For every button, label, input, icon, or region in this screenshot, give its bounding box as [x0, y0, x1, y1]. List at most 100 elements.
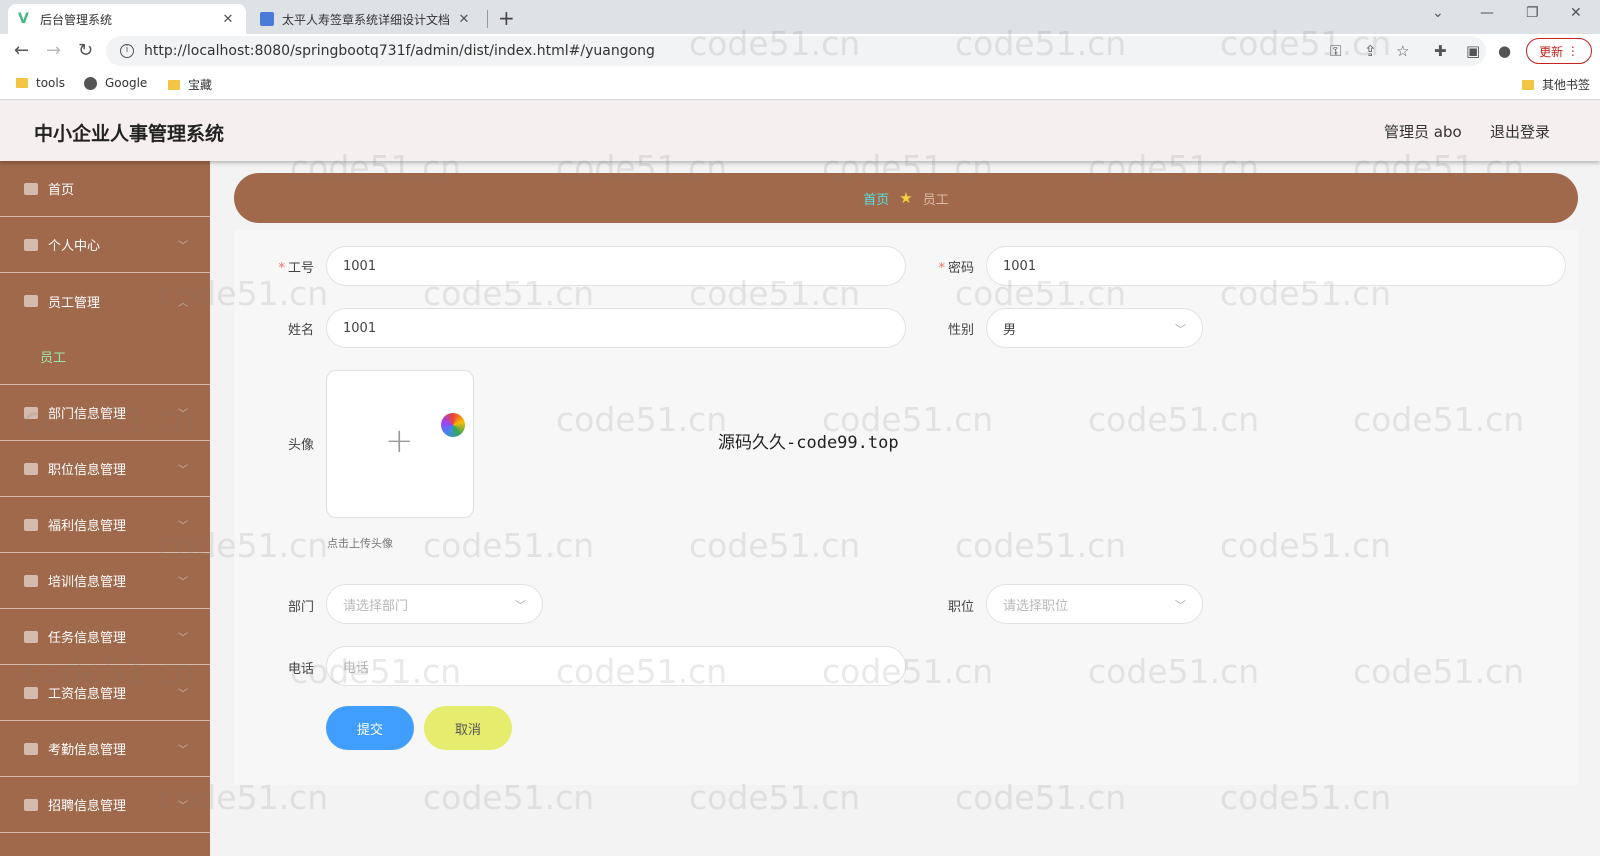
reload-icon[interactable]: ↻ [78, 40, 93, 61]
chevron-down-icon: ﹀ [178, 689, 188, 700]
sidebar-item-training[interactable]: 培训信息管理 ﹀ [0, 553, 210, 609]
bookmark-google[interactable]: Google [84, 76, 147, 90]
address-bar[interactable]: i http://localhost:8080/springbootq731f/… [106, 36, 1486, 66]
chevron-down-icon: ﹀ [178, 241, 188, 252]
browser-tab-doc[interactable]: 太平人寿签章系统详细设计文档 ✕ [250, 4, 482, 34]
user-icon [24, 238, 38, 251]
restore-icon[interactable]: ❐ [1526, 5, 1539, 21]
extensions-icon[interactable]: ✚ [1434, 42, 1447, 60]
tab-title: 后台管理系统 [40, 12, 113, 27]
dianhua-placeholder: 电话 [343, 660, 370, 676]
sidebar-item-label: 任务信息管理 [48, 631, 127, 646]
bookmark-label: Google [105, 76, 148, 90]
submit-button[interactable]: 提交 [326, 706, 414, 750]
tab-search-icon[interactable]: ⌄ [1432, 5, 1444, 21]
current-user: 管理员 abo [1384, 123, 1462, 141]
position-icon [24, 462, 38, 475]
chevron-up-icon: ︿ [178, 297, 188, 309]
zhiwei-label: 职位 [947, 600, 974, 615]
bookmark-star-icon[interactable]: ☆ [1396, 42, 1409, 60]
site-info-icon[interactable]: i [120, 44, 134, 58]
bookmarks-bar: tools Google 宝藏 其他书签 [0, 68, 1600, 100]
sidebar-item-label: 招聘信息管理 [48, 799, 127, 814]
sidebar-item-profile[interactable]: 个人中心 ﹀ [0, 217, 210, 273]
recruit-icon [24, 798, 38, 811]
xingbie-select[interactable]: 男 ﹀ [986, 308, 1203, 348]
gonghao-input[interactable]: 1001 [326, 246, 906, 286]
breadcrumb-current: 员工 [922, 192, 949, 208]
sidebar-item-label: 培训信息管理 [48, 575, 127, 590]
sidebar-item-recruitment[interactable]: 招聘信息管理 ﹀ [0, 777, 210, 833]
bumen-select[interactable]: 请选择部门 ﹀ [326, 584, 543, 624]
other-bookmarks[interactable]: 其他书签 [1522, 76, 1590, 93]
bookmark-label: 宝藏 [188, 78, 213, 92]
sidebar-item-salary[interactable]: 工资信息管理 ﹀ [0, 665, 210, 721]
breadcrumb-home[interactable]: 首页 [863, 189, 889, 208]
key-icon[interactable]: ⚿ [1330, 42, 1341, 60]
breadcrumb: 首页 ★ 员工 [234, 173, 1578, 223]
mima-input[interactable]: 1001 [986, 246, 1566, 286]
home-icon [24, 182, 38, 195]
attendance-icon [24, 742, 38, 755]
sidebar-item-position[interactable]: 职位信息管理 ﹀ [0, 441, 210, 497]
sidebar-subitem-label: 员工 [40, 351, 67, 366]
forward-icon[interactable]: → [46, 40, 61, 61]
sidebar-item-department[interactable]: 部门信息管理 ﹀ [0, 385, 210, 441]
url-text: http://localhost:8080/springbootq731f/ad… [144, 43, 655, 59]
chevron-down-icon: ﹀ [515, 599, 526, 612]
sidebar-item-label: 部门信息管理 [48, 407, 127, 422]
vue-logo-icon: V [18, 11, 29, 27]
chevron-down-icon: ﹀ [1175, 323, 1186, 336]
avatar-upload[interactable]: + [326, 370, 474, 518]
touxiang-label: 头像 [287, 438, 314, 453]
update-button[interactable]: 更新 ⋮ [1526, 38, 1592, 64]
sidebar-item-home[interactable]: 首页 [0, 161, 210, 217]
cancel-button[interactable]: 取消 [424, 706, 512, 750]
back-icon[interactable]: ← [14, 40, 29, 61]
close-icon[interactable]: ✕ [220, 12, 236, 27]
side-panel-icon[interactable]: ▣ [1466, 42, 1480, 60]
profile-icon[interactable]: ● [1498, 42, 1511, 60]
employee-icon [24, 295, 38, 307]
xingming-value: 1001 [343, 320, 377, 336]
xingbie-label: 性别 [947, 323, 974, 338]
chevron-down-icon: ﹀ [178, 801, 188, 812]
zhiwei-select[interactable]: 请选择职位 ﹀ [986, 584, 1203, 624]
browser-tab-admin[interactable]: V 后台管理系统 ✕ [8, 4, 246, 34]
mima-label: * 密码 [938, 261, 974, 276]
minimize-icon[interactable]: — [1480, 5, 1494, 21]
sidebar-item-label: 职位信息管理 [48, 463, 127, 478]
sidebar-subitem-employee[interactable]: 员工 [0, 329, 210, 385]
close-icon[interactable]: ✕ [456, 12, 472, 27]
globe-icon [84, 76, 97, 90]
sidebar-item-label: 福利信息管理 [48, 519, 127, 534]
chevron-down-icon: ﹀ [178, 409, 188, 420]
dianhua-input[interactable]: 电话 [326, 646, 906, 686]
sidebar-item-welfare[interactable]: 福利信息管理 ﹀ [0, 497, 210, 553]
bookmark-tools[interactable]: tools [16, 76, 65, 90]
xingming-input[interactable]: 1001 [326, 308, 906, 348]
folder-icon [16, 78, 28, 88]
chevron-down-icon: ﹀ [178, 745, 188, 756]
xingming-label: 姓名 [287, 323, 314, 338]
bumen-placeholder: 请选择部门 [343, 598, 409, 614]
color-wheel-icon [441, 413, 465, 437]
chevron-down-icon: ﹀ [178, 633, 188, 644]
sidebar: 首页 个人中心 ﹀ 员工管理 ︿ 员工 部门信息管理 ﹀ 职位信息管理 ﹀ 福利… [0, 161, 210, 856]
document-icon [260, 12, 274, 26]
window-close-icon[interactable]: ✕ [1570, 5, 1582, 21]
sidebar-item-task[interactable]: 任务信息管理 ﹀ [0, 609, 210, 665]
tab-separator [487, 10, 488, 28]
upload-hint: 点击上传头像 [327, 537, 393, 550]
share-icon[interactable]: ⇪ [1364, 42, 1377, 60]
bookmark-baozang[interactable]: 宝藏 [168, 76, 212, 93]
zhiwei-placeholder: 请选择职位 [1003, 598, 1069, 614]
app-title: 中小企业人事管理系统 [34, 123, 225, 145]
sliders-icon [24, 686, 38, 699]
logout-link[interactable]: 退出登录 [1490, 121, 1550, 142]
sidebar-item-attendance[interactable]: 考勤信息管理 ﹀ [0, 721, 210, 777]
new-tab-icon[interactable]: + [498, 6, 515, 30]
chevron-down-icon: ﹀ [178, 521, 188, 532]
sidebar-item-employee-mgmt[interactable]: 员工管理 ︿ [0, 273, 210, 329]
star-icon: ★ [899, 189, 913, 207]
